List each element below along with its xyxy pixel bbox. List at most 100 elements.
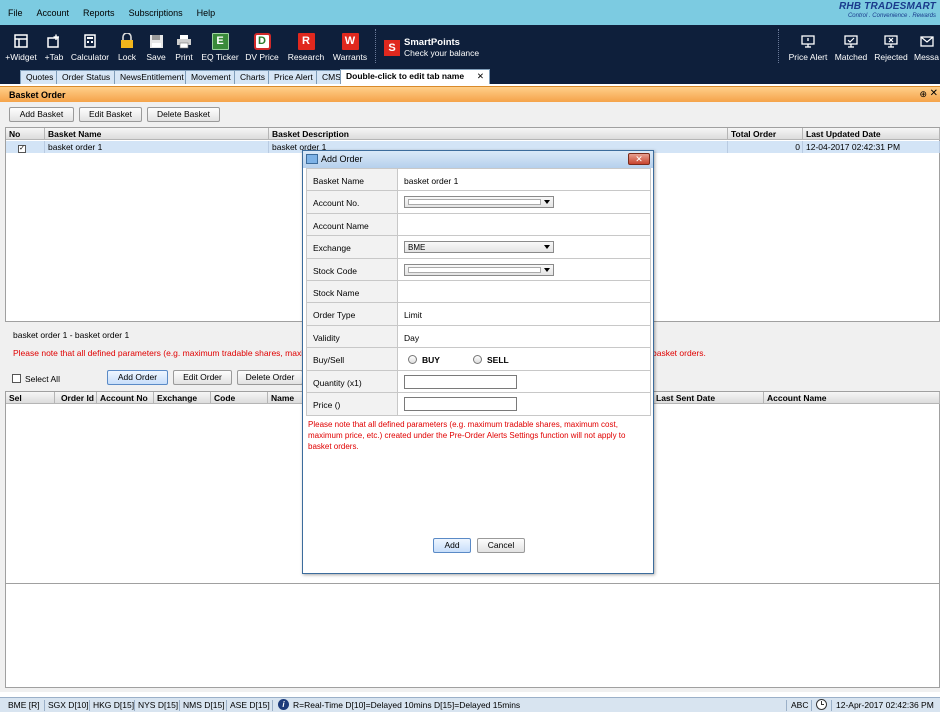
col-no[interactable]: No <box>6 128 45 140</box>
tab-movement[interactable]: Movement <box>185 70 237 84</box>
widget-button[interactable]: +Widget <box>4 25 38 67</box>
tab-button[interactable]: +Tab <box>40 25 68 67</box>
market-ase: ASE D[15] <box>230 700 270 710</box>
order-type-label: Order Type <box>307 303 398 325</box>
calculator-button[interactable]: Calculator <box>70 25 110 67</box>
col-sel[interactable]: Sel <box>6 392 55 404</box>
price-alert-label: Price Alert <box>788 52 828 62</box>
widget-icon <box>14 34 28 48</box>
tab-charts[interactable]: Charts <box>234 70 272 84</box>
calculator-icon <box>84 34 96 48</box>
dialog-close-button[interactable]: ✕ <box>628 153 650 165</box>
row-account-name: Account Name <box>307 213 650 237</box>
research-icon: R <box>297 32 315 50</box>
messages-button[interactable]: Messa <box>914 25 940 67</box>
price-alert-button[interactable]: Price Alert <box>786 25 830 67</box>
col-order-id[interactable]: Order Id <box>55 392 97 404</box>
col-basket-name[interactable]: Basket Name <box>45 128 269 140</box>
col-exchange[interactable]: Exchange <box>154 392 211 404</box>
account-no-select[interactable] <box>404 196 554 209</box>
toolbar-divider <box>778 29 779 63</box>
tab-news-entitlement[interactable]: NewsEntitlement <box>114 70 190 84</box>
tab-strip: Quotes Order Status NewsEntitlement Move… <box>0 67 940 84</box>
menu-subscriptions[interactable]: Subscriptions <box>122 8 190 18</box>
price-input[interactable] <box>404 396 517 411</box>
col-total-order[interactable]: Total Order <box>728 128 803 140</box>
warning-text-right: basket orders. <box>652 348 706 358</box>
lock-icon <box>121 33 133 48</box>
select-all-checkbox[interactable] <box>12 374 21 383</box>
menu-reports[interactable]: Reports <box>76 8 122 18</box>
edit-order-button[interactable]: Edit Order <box>173 370 232 385</box>
validity-value: Day <box>404 332 420 343</box>
dv-price-button[interactable]: D DV Price <box>244 25 280 67</box>
buy-label: BUY <box>422 355 440 366</box>
row-account-no: Account No. <box>307 191 650 214</box>
warrants-button[interactable]: W Warrants <box>331 25 369 67</box>
sell-radio[interactable] <box>473 355 482 365</box>
menu-file[interactable]: File <box>0 8 30 18</box>
exchange-select[interactable]: BME <box>404 241 554 254</box>
eq-ticker-button[interactable]: E EQ Ticker <box>200 25 240 67</box>
order-type-value: Limit <box>404 310 422 321</box>
tab-order-status[interactable]: Order Status <box>56 70 117 84</box>
account-no-label: Account No. <box>307 191 398 213</box>
smartpoints-button[interactable]: S SmartPoints Check your balance <box>384 37 479 58</box>
eq-ticker-label: EQ Ticker <box>201 52 239 62</box>
delete-order-button[interactable]: Delete Order <box>237 370 303 385</box>
col-account-name[interactable]: Account Name <box>764 392 940 404</box>
calculator-label: Calculator <box>70 52 110 62</box>
row-checkbox-cell: ✓ <box>6 141 45 153</box>
panel-close-icon[interactable]: ✕ <box>930 88 938 99</box>
sell-label: SELL <box>487 355 509 366</box>
row-order-type: Order Type Limit <box>307 303 650 326</box>
rejected-button[interactable]: Rejected <box>872 25 910 67</box>
eq-ticker-icon: E <box>211 32 229 50</box>
tab-price-alert[interactable]: Price Alert <box>268 70 319 84</box>
menu-bar: File Account Reports Subscriptions Help … <box>0 0 940 25</box>
matched-button[interactable]: Matched <box>832 25 870 67</box>
menu-help[interactable]: Help <box>190 8 223 18</box>
stock-code-select[interactable] <box>404 263 554 276</box>
add-order-button[interactable]: Add Order <box>107 370 168 385</box>
market-bme: BME [R] <box>8 700 40 710</box>
col-account-no[interactable]: Account No <box>97 392 154 404</box>
menu-account[interactable]: Account <box>30 8 77 18</box>
quantity-label: Quantity (x1) <box>307 370 398 392</box>
delete-basket-button[interactable]: Delete Basket <box>147 107 220 122</box>
add-button[interactable]: Add <box>433 538 471 553</box>
cancel-button[interactable]: Cancel <box>477 538 525 553</box>
research-button[interactable]: R Research <box>286 25 326 67</box>
market-nms: NMS D[15] <box>183 700 225 710</box>
row-last-updated: 12-04-2017 02:42:31 PM <box>803 141 940 153</box>
save-label: Save <box>146 52 166 62</box>
row-stock-code: Stock Code <box>307 258 650 281</box>
add-basket-button[interactable]: Add Basket <box>9 107 74 122</box>
lock-button[interactable]: Lock <box>114 25 140 67</box>
exchange-selected: BME <box>408 243 426 253</box>
panel-title: Basket Order <box>9 90 66 100</box>
save-button[interactable]: Save <box>143 25 169 67</box>
row-exchange: Exchange BME <box>307 236 650 259</box>
col-last-updated[interactable]: Last Updated Date <box>803 128 940 140</box>
row-quantity: Quantity (x1) <box>307 370 650 393</box>
col-code[interactable]: Code <box>211 392 268 404</box>
select-all-label: Select All <box>25 374 60 384</box>
tab-quotes[interactable]: Quotes <box>20 70 60 84</box>
row-checkbox[interactable]: ✓ <box>18 144 26 153</box>
tab-active-edit-name[interactable]: Double-click to edit tab name ✕ <box>340 69 490 84</box>
row-validity: Validity Day <box>307 325 650 349</box>
stock-code-label: Stock Code <box>307 258 398 280</box>
edit-basket-button[interactable]: Edit Basket <box>79 107 142 122</box>
account-name-label: Account Name <box>307 213 398 236</box>
buy-radio[interactable] <box>408 355 417 365</box>
tab-close-icon[interactable]: ✕ <box>477 71 484 82</box>
pin-icon[interactable]: ⊕ <box>919 89 927 100</box>
quantity-input[interactable] <box>404 374 517 389</box>
col-basket-description[interactable]: Basket Description <box>269 128 728 140</box>
order-detail-area <box>5 584 940 688</box>
print-button[interactable]: Print <box>172 25 196 67</box>
stock-name-label: Stock Name <box>307 280 398 303</box>
col-last-sent-date[interactable]: Last Sent Date <box>653 392 764 404</box>
brand-name: RHB TRADESMART <box>838 1 936 12</box>
